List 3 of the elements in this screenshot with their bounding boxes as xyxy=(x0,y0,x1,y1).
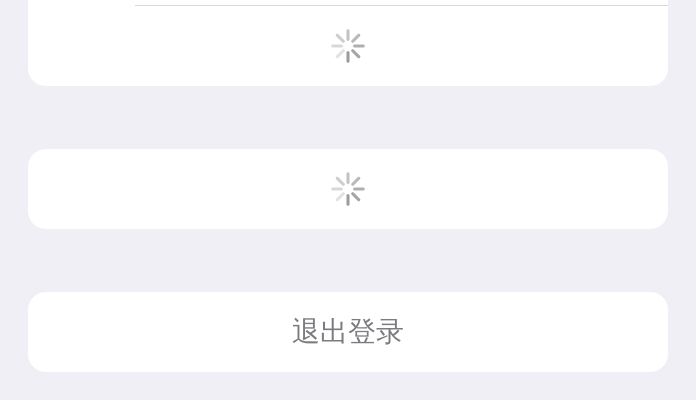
loading-spinner-icon xyxy=(329,27,367,65)
loading-spinner-icon xyxy=(329,170,367,208)
logout-button[interactable]: 退出登录 xyxy=(28,292,668,372)
